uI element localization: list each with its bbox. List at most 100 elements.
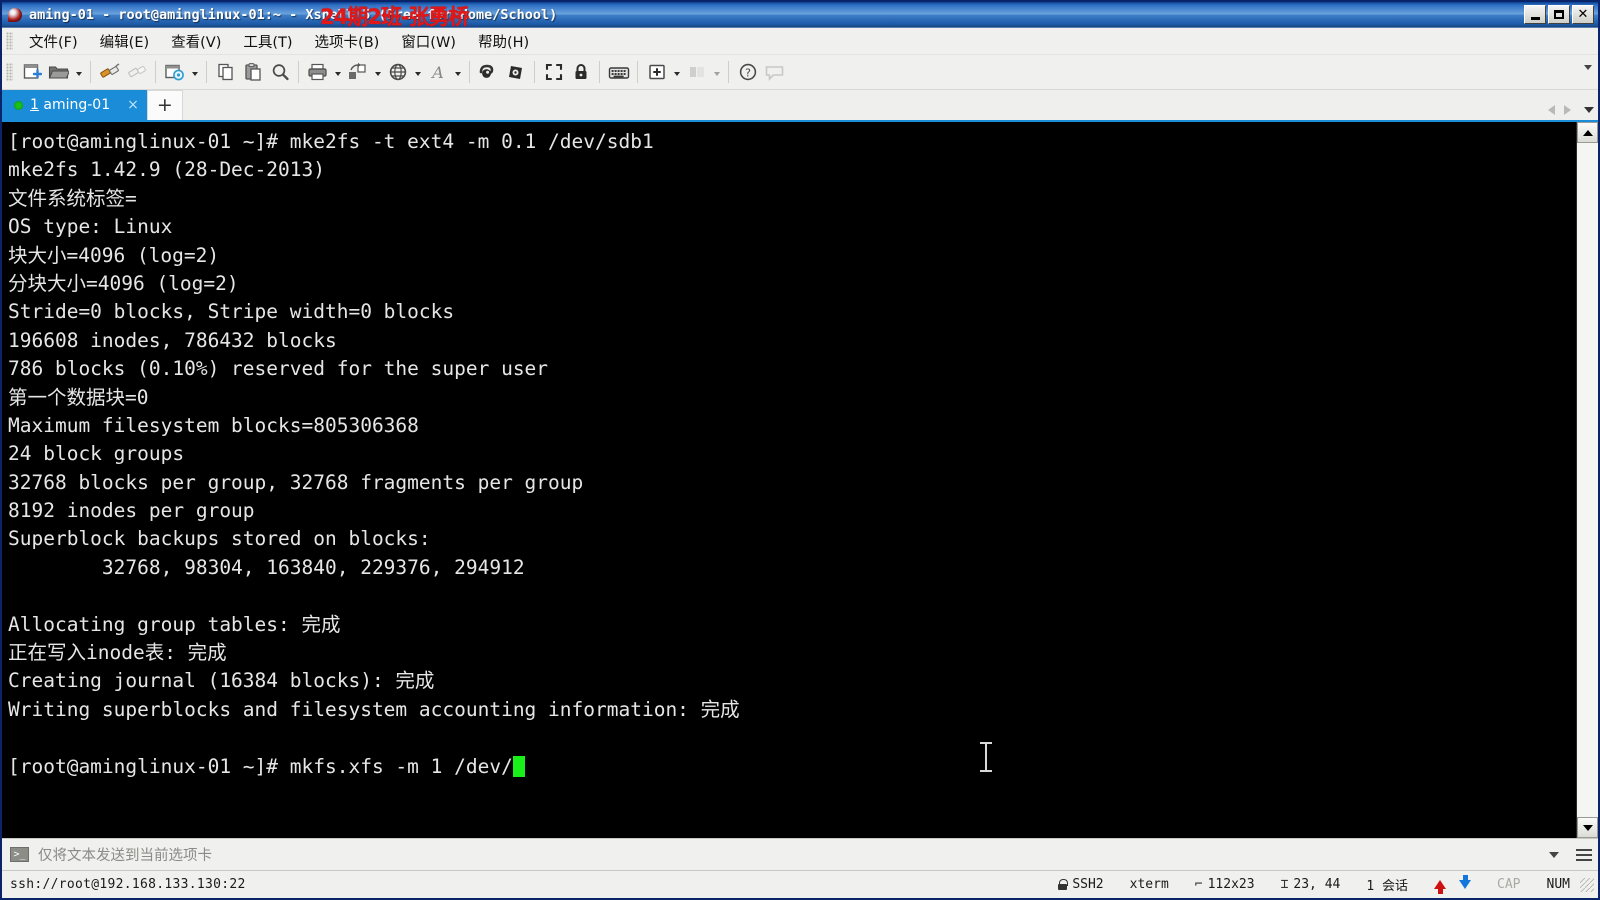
connect-plug-icon[interactable] (96, 59, 123, 86)
terminal-line: 32768 blocks per group, 32768 fragments … (8, 470, 584, 494)
web-browser-dropdown-arrow[interactable] (411, 59, 424, 86)
terminal-line: Superblock backups stored on blocks: (8, 527, 431, 551)
toolbar-separator (599, 61, 600, 83)
menu-help[interactable]: 帮助(H) (467, 28, 540, 55)
toolbar-overflow-arrow[interactable] (1584, 65, 1592, 70)
prev-tab-arrow-icon[interactable] (1548, 105, 1555, 115)
status-transfer (1421, 875, 1484, 894)
dimensions-label: 112x23 (1207, 877, 1255, 892)
new-session-icon[interactable] (18, 59, 45, 86)
cursor-position-label: 23, 44 (1293, 877, 1341, 892)
disconnect-plug-icon[interactable] (123, 59, 150, 86)
scroll-up-button[interactable] (1577, 122, 1598, 143)
tab-list-chevron-icon[interactable] (1584, 107, 1594, 113)
next-tab-arrow-icon[interactable] (1564, 105, 1571, 115)
xshell-window: aming-01 - root@aminglinux-01:~ - Xshell… (0, 0, 1600, 900)
menu-tools[interactable]: 工具(T) (232, 28, 303, 55)
paste-icon[interactable] (239, 59, 266, 86)
toolbar-separator (469, 61, 470, 83)
status-caps-lock: CAP (1484, 877, 1533, 892)
print-icon[interactable] (304, 59, 331, 86)
terminal-area: [root@aminglinux-01 ~]# mke2fs -t ext4 -… (2, 122, 1598, 838)
resize-icon: ⌐ (1194, 877, 1203, 892)
resize-grip[interactable] (1580, 877, 1594, 892)
add-tab-dropdown-arrow[interactable] (670, 59, 683, 86)
arrange-layout-icon (683, 59, 710, 86)
terminal-prompt-text: [root@aminglinux-01 ~]# mkfs.xfs -m 1 /d… (8, 754, 513, 778)
terminal-line: mke2fs 1.42.9 (28-Dec-2013) (8, 158, 325, 182)
open-folder-dropdown-arrow[interactable] (72, 59, 85, 86)
file-transfer-dropdown-arrow[interactable] (371, 59, 384, 86)
terminal-scrollbar[interactable] (1576, 122, 1598, 838)
menu-view[interactable]: 查看(V) (160, 28, 232, 55)
add-tab-icon[interactable] (643, 59, 670, 86)
status-indicators: SSH2 xterm ⌐ 112x23 ⌶ 23, 44 1 会话 CAP NU… (1045, 875, 1598, 894)
terminal-line: 196608 inodes, 786432 blocks (8, 328, 337, 352)
font-size-dropdown-arrow[interactable] (451, 59, 464, 86)
terminal-line: 786 blocks (0.10%) reserved for the supe… (8, 357, 549, 381)
script-record-icon[interactable] (475, 59, 502, 86)
command-input[interactable]: 仅将文本发送到当前选项卡 (38, 844, 1540, 865)
toolbar-separator (298, 61, 299, 83)
print-dropdown-arrow[interactable] (331, 59, 344, 86)
toolbar-separator (534, 61, 535, 83)
command-history-chevron-icon[interactable] (1549, 851, 1559, 858)
session-properties-icon[interactable] (161, 59, 188, 86)
upload-arrow-icon (1434, 880, 1447, 894)
scrollbar-track[interactable] (1577, 143, 1598, 817)
keyboard-icon[interactable] (605, 59, 632, 86)
connection-url: ssh://root@192.168.133.130:22 (10, 877, 246, 892)
web-browser-icon[interactable] (384, 59, 411, 86)
toolbar-grip-handle[interactable] (6, 63, 13, 81)
command-bar: >_ 仅将文本发送到当前选项卡 (2, 838, 1598, 870)
toolbar-separator (206, 61, 207, 83)
terminal-prompt-line: [root@aminglinux-01 ~]# mkfs.xfs -m 1 /d… (8, 753, 1576, 781)
tab-connected-dot (14, 100, 23, 110)
fullscreen-icon[interactable] (540, 59, 567, 86)
terminal-line: 32768, 98304, 163840, 229376, 294912 (8, 555, 525, 579)
tab-index: 1 (30, 97, 39, 113)
tab-aming-01[interactable]: 1 aming-01 × (2, 90, 147, 120)
terminal-line: 分块大小=4096 (log=2) (8, 271, 239, 295)
terminal-line: 8192 inodes per group (8, 499, 255, 523)
terminal-line: 第一个数据块=0 (8, 385, 149, 409)
terminal-type-label: xterm (1129, 877, 1169, 892)
protocol-label: SSH2 (1072, 877, 1104, 892)
font-size-icon[interactable]: A (424, 59, 451, 86)
menu-grip-handle[interactable] (6, 32, 13, 50)
xshell-icon (6, 6, 24, 24)
script-run-icon[interactable] (502, 59, 529, 86)
session-properties-dropdown-arrow[interactable] (188, 59, 201, 86)
copy-icon[interactable] (212, 59, 239, 86)
minimize-button[interactable] (1524, 5, 1546, 24)
menu-file[interactable]: 文件(F) (18, 28, 89, 55)
open-folder-icon[interactable] (45, 59, 72, 86)
toolbar-separator (728, 61, 729, 83)
new-tab-button[interactable]: + (146, 90, 183, 120)
title-bar: aming-01 - root@aminglinux-01:~ - Xshell… (2, 2, 1598, 29)
tab-close-icon[interactable]: × (127, 98, 139, 112)
close-button[interactable]: ✕ (1572, 5, 1594, 24)
terminal-line: OS type: Linux (8, 215, 173, 239)
chat-icon (761, 59, 788, 86)
svg-text:A: A (430, 63, 444, 82)
lock-session-icon[interactable] (567, 59, 594, 86)
toolbar-separator (155, 61, 156, 83)
menu-edit[interactable]: 编辑(E) (89, 28, 160, 55)
terminal-output[interactable]: [root@aminglinux-01 ~]# mke2fs -t ext4 -… (2, 122, 1576, 838)
terminal-line: Writing superblocks and filesystem accou… (8, 697, 740, 721)
status-protocol: SSH2 (1045, 877, 1116, 892)
num-lock-label: NUM (1546, 877, 1570, 892)
terminal-cursor (512, 755, 525, 777)
menu-tabs[interactable]: 选项卡(B) (304, 28, 391, 55)
menu-window[interactable]: 窗口(W) (390, 28, 467, 55)
help-icon[interactable]: ? (734, 59, 761, 86)
maximize-button[interactable] (1548, 5, 1570, 24)
scroll-down-button[interactable] (1577, 817, 1598, 838)
file-transfer-icon[interactable] (344, 59, 371, 86)
command-bar-menu-icon[interactable] (1568, 848, 1592, 861)
terminal-line: Stride=0 blocks, Stripe width=0 blocks (8, 300, 455, 324)
find-icon[interactable] (266, 59, 293, 86)
